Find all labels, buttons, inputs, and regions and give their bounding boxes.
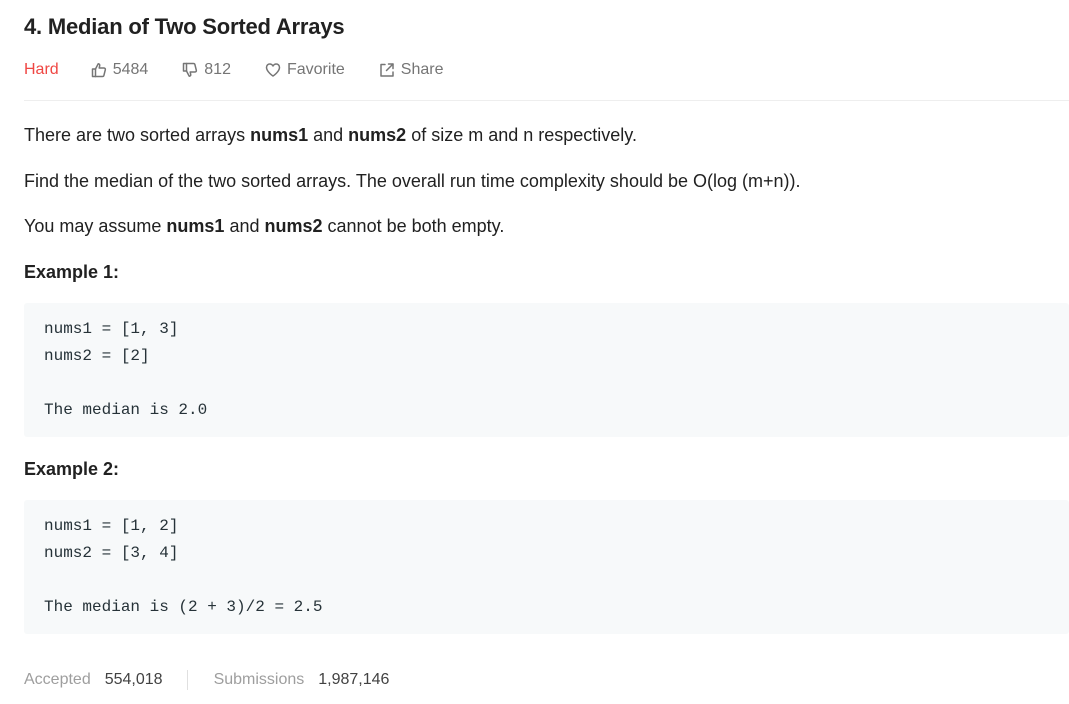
text-fragment: There are two sorted arrays xyxy=(24,125,251,145)
code-line: The median is (2 + 3)/2 = 2.5 xyxy=(44,598,323,616)
text-fragment: of size m and n respectively. xyxy=(406,125,637,145)
text-fragment: and xyxy=(224,216,265,236)
submission-stats: Accepted 554,018 Submissions 1,987,146 xyxy=(24,668,389,692)
thumbs-down-icon xyxy=(183,62,198,77)
example-heading: Example 2: xyxy=(24,459,120,479)
text-fragment: You may assume xyxy=(24,216,167,236)
favorite-button[interactable]: Favorite xyxy=(265,61,345,79)
text-fragment: and xyxy=(308,125,349,145)
keyword-nums1: nums1 xyxy=(250,125,309,145)
example-heading: Example 1: xyxy=(24,262,120,282)
submissions-value: 1,987,146 xyxy=(318,671,390,688)
like-button[interactable]: 5484 xyxy=(91,61,149,79)
dislike-count: 812 xyxy=(204,61,231,78)
share-icon xyxy=(380,63,394,77)
stats-separator xyxy=(186,670,188,690)
share-button[interactable]: Share xyxy=(379,61,444,79)
like-count: 5484 xyxy=(112,61,149,78)
problem-title: 4. Median of Two Sorted Arrays xyxy=(24,14,345,39)
keyword-nums2: nums2 xyxy=(348,125,407,145)
accepted-value: 554,018 xyxy=(104,671,163,688)
dislike-button[interactable]: 812 xyxy=(182,61,231,79)
text-fragment: cannot be both empty. xyxy=(322,216,505,236)
header-divider xyxy=(24,100,1069,101)
code-line: nums2 = [2] xyxy=(44,347,150,365)
difficulty-badge: Hard xyxy=(24,61,59,78)
problem-meta-bar: Hard 5484 812 Favorite Share xyxy=(24,58,477,82)
keyword-nums2: nums2 xyxy=(264,216,323,236)
example-code-block: nums1 = [1, 2] nums2 = [3, 4] The median… xyxy=(24,500,1069,634)
code-line: nums1 = [1, 2] xyxy=(44,517,179,535)
keyword-nums1: nums1 xyxy=(166,216,225,236)
description-paragraph: Find the median of the two sorted arrays… xyxy=(24,171,801,191)
description-paragraph: There are two sorted arrays nums1 and nu… xyxy=(24,123,637,147)
accepted-label: Accepted xyxy=(24,671,91,688)
submissions-label: Submissions xyxy=(213,671,305,688)
code-line: The median is 2.0 xyxy=(44,401,208,419)
code-line: nums1 = [1, 3] xyxy=(44,320,179,338)
example-code-block: nums1 = [1, 3] nums2 = [2] The median is… xyxy=(24,303,1069,437)
description-paragraph: You may assume nums1 and nums2 cannot be… xyxy=(24,214,504,238)
share-label: Share xyxy=(400,61,444,78)
favorite-label: Favorite xyxy=(286,61,345,78)
code-line: nums2 = [3, 4] xyxy=(44,544,179,562)
thumbs-up-icon xyxy=(91,63,106,78)
heart-icon xyxy=(265,63,281,77)
